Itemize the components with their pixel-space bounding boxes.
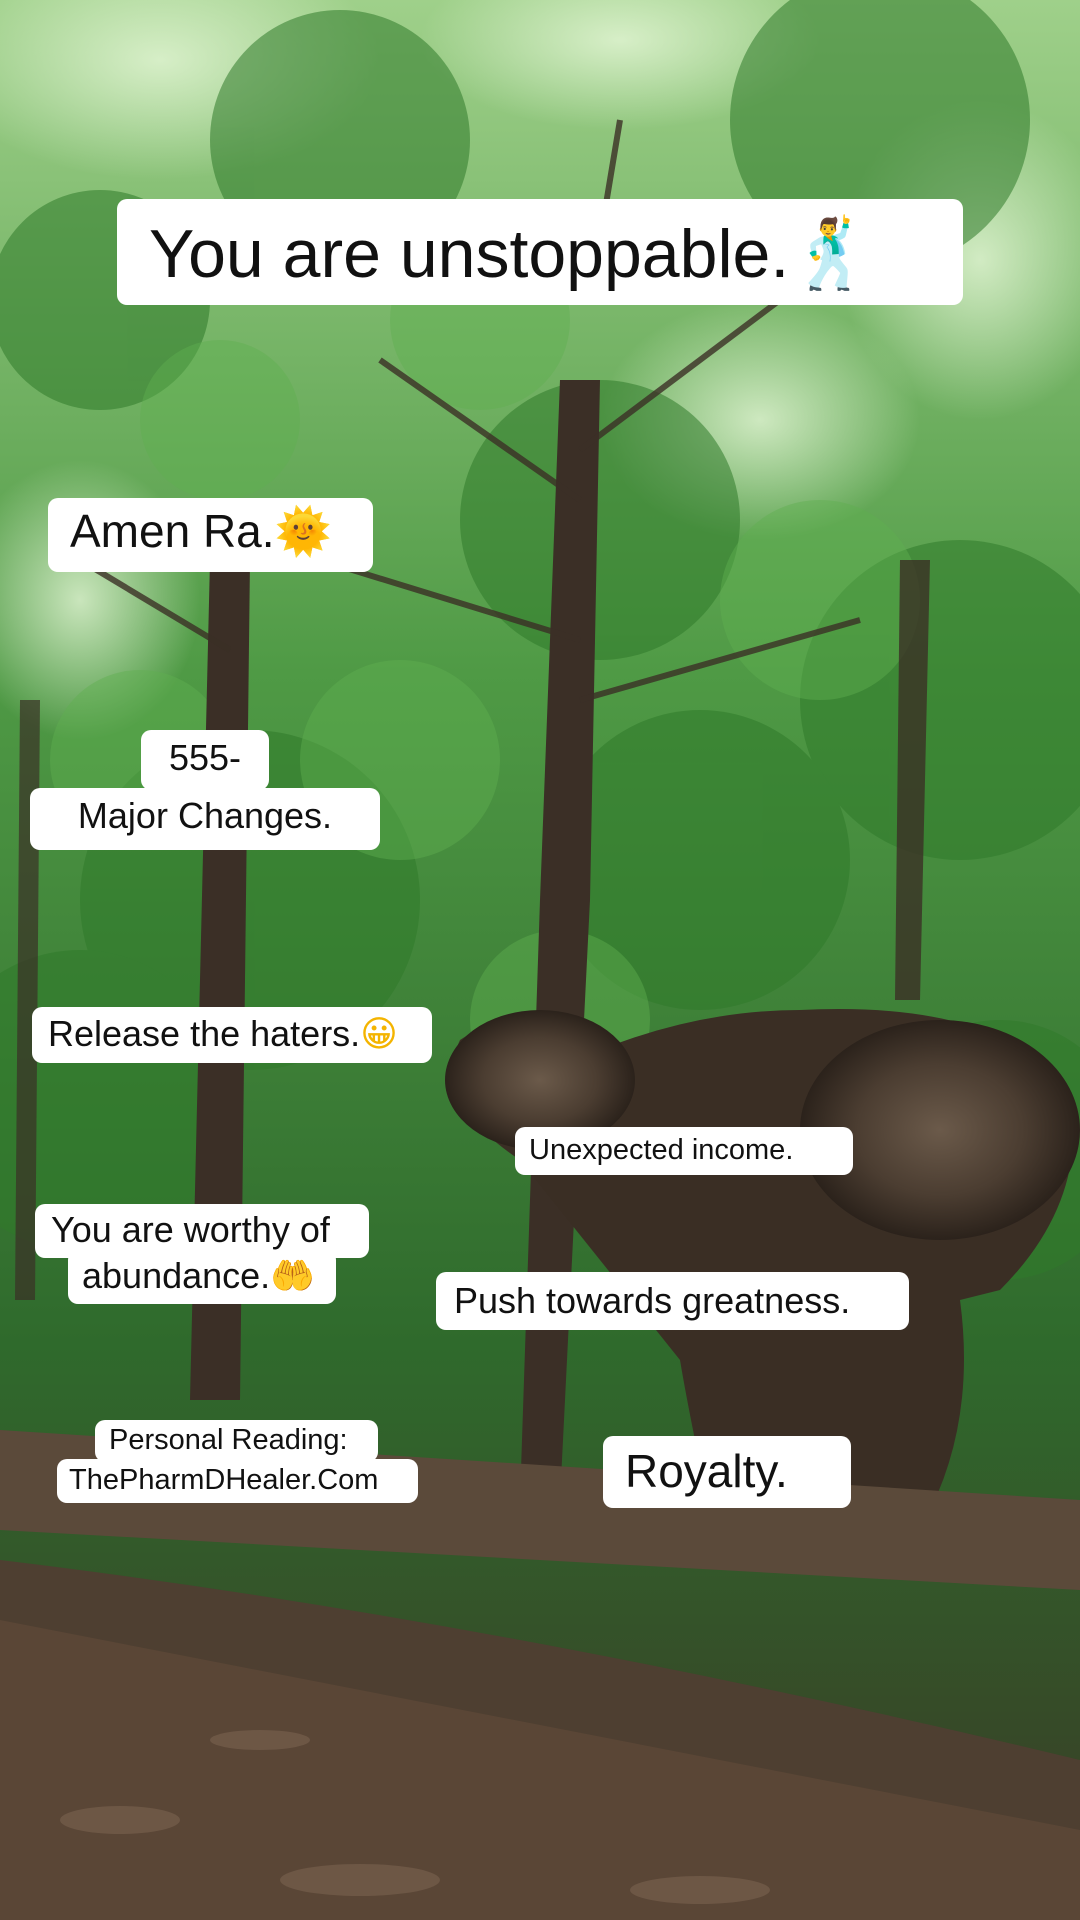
royalty-caption: Royalty. (603, 1436, 851, 1508)
amen-text: Amen Ra. (70, 505, 275, 557)
royalty-text: Royalty. (625, 1445, 788, 1497)
number-bottom-text: Major Changes. (77, 795, 333, 836)
release-text: Release the haters. (48, 1013, 361, 1054)
worthy-line2-text: abundance. (82, 1255, 271, 1296)
number-caption-bottom: Major Changes. (30, 788, 380, 850)
reading-line1-text: Personal Reading: (109, 1424, 348, 1456)
grinning-face-icon: 😀 (360, 1014, 398, 1055)
amen-caption: Amen Ra.🌞 (48, 498, 373, 572)
worthy-line1-text: You are worthy of (51, 1209, 330, 1250)
number-caption-top: 555- (141, 730, 269, 790)
number-top-text: 555- (168, 737, 242, 778)
worthy-caption-line2: abundance.🤲 (68, 1250, 336, 1304)
release-caption: Release the haters.😀 (32, 1007, 432, 1063)
headline-caption: You are unstoppable.🕺 (117, 199, 963, 305)
reading-caption-line2: ThePharmDHealer.Com (57, 1459, 418, 1503)
greatness-text: Push towards greatness. (454, 1280, 851, 1321)
income-text: Unexpected income. (529, 1134, 794, 1166)
headline-text: You are unstoppable. (149, 216, 790, 292)
reading-line2-text: ThePharmDHealer.Com (69, 1464, 379, 1496)
greatness-caption: Push towards greatness. (436, 1272, 909, 1330)
palms-up-icon: 🤲 (270, 1256, 316, 1297)
reading-caption-line1: Personal Reading: (95, 1420, 378, 1462)
income-caption: Unexpected income. (515, 1127, 853, 1175)
dancer-icon: 🕺 (789, 215, 874, 294)
sun-face-icon: 🌞 (274, 504, 332, 558)
